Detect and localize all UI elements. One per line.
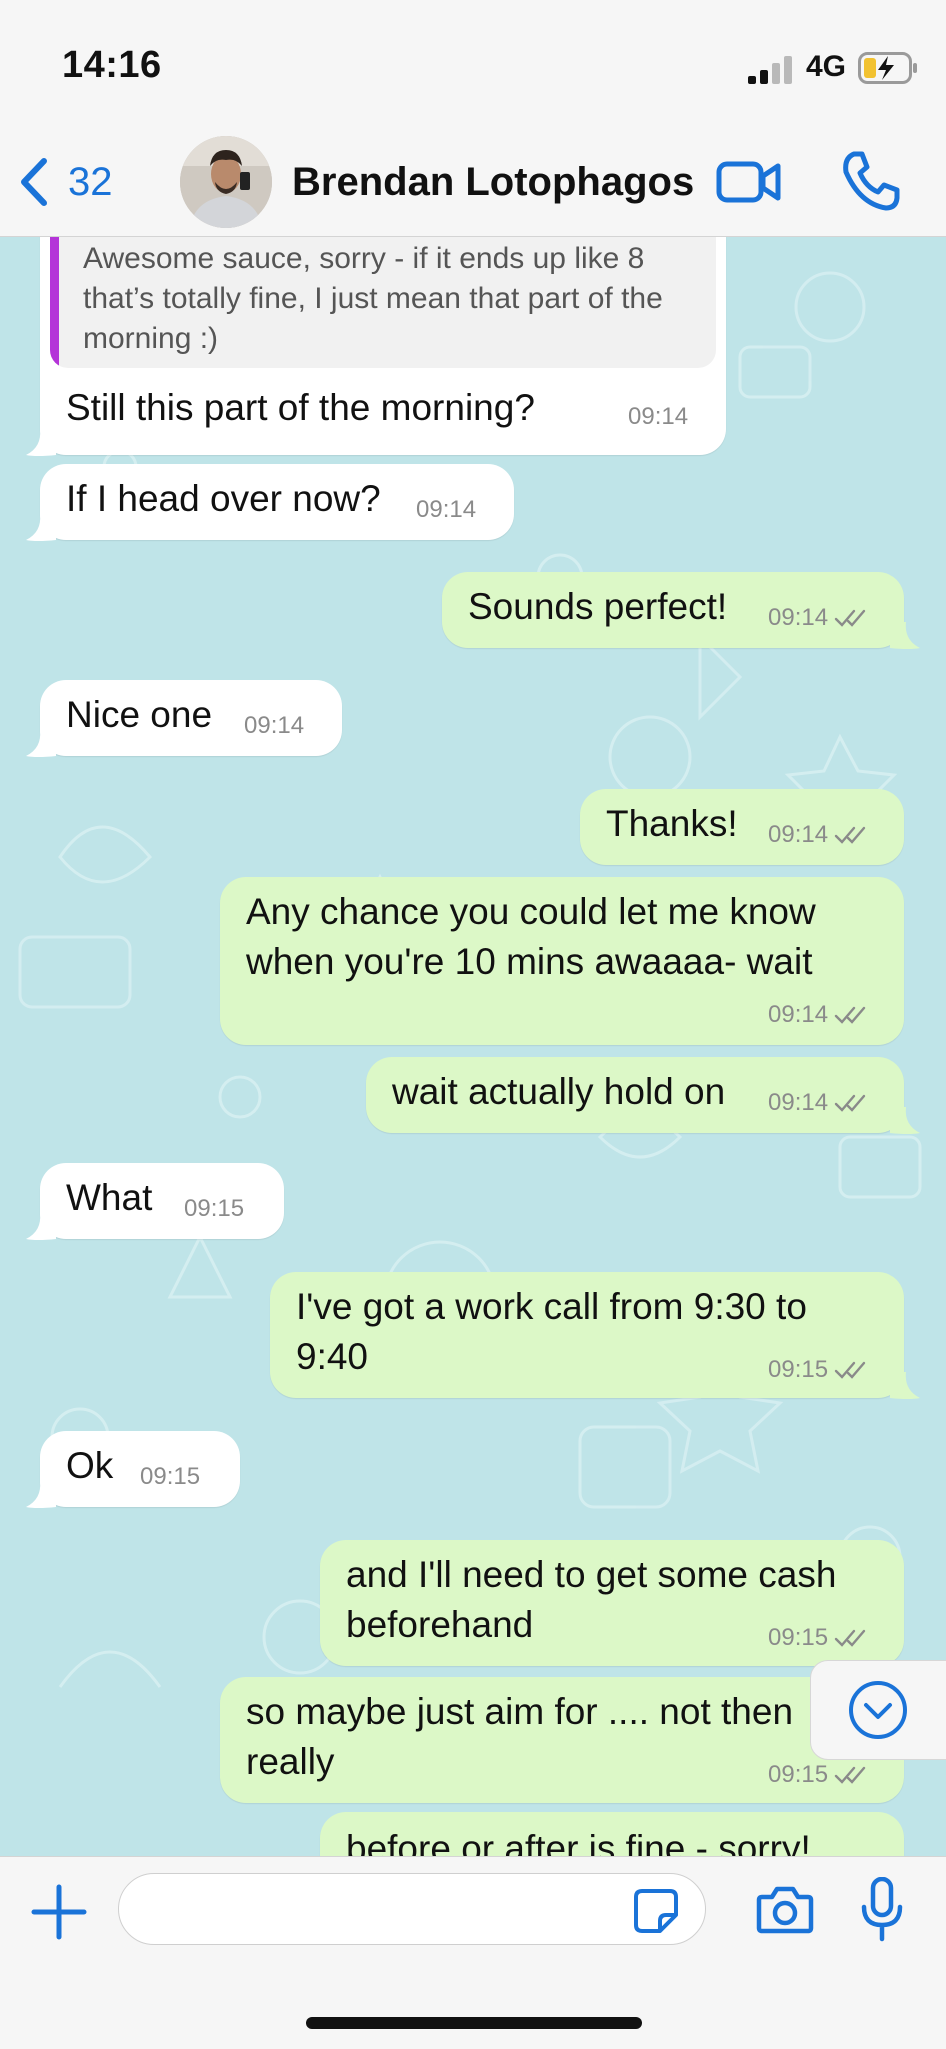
message-time: 09:15 bbox=[768, 1761, 829, 1788]
video-camera-icon[interactable] bbox=[716, 156, 782, 208]
back-button[interactable]: 32 bbox=[18, 152, 113, 212]
message-text: Any chance you could let me know bbox=[246, 891, 816, 932]
message-bubble-incoming[interactable]: Awesome sauce, sorry - if it ends up lik… bbox=[40, 237, 726, 455]
read-ticks-icon bbox=[834, 1006, 866, 1024]
message-bubble-outgoing[interactable]: wait actually hold on 09:14 bbox=[366, 1057, 904, 1133]
chevron-left-icon bbox=[21, 158, 47, 206]
message-bubble-incoming[interactable]: Nice one 09:14 bbox=[40, 680, 342, 756]
message-text: and I'll need to get some cash bbox=[346, 1554, 837, 1595]
contact-avatar[interactable] bbox=[180, 136, 272, 228]
contact-name[interactable]: Brendan Lotophagos bbox=[292, 160, 694, 205]
message-text: so maybe just aim for .... not then bbox=[246, 1691, 794, 1732]
network-type: 4G bbox=[806, 50, 847, 83]
message-time-status: 09:14 bbox=[768, 821, 868, 849]
message-time: 09:14 bbox=[768, 1089, 829, 1116]
message-text: Still this part of the morning? bbox=[66, 387, 535, 428]
message-time: 09:15 bbox=[184, 1195, 245, 1222]
camera-icon[interactable] bbox=[756, 1883, 814, 1935]
read-ticks-icon bbox=[834, 609, 866, 627]
message-time-status: 09:14 bbox=[768, 1001, 868, 1029]
status-time: 14:16 bbox=[62, 44, 162, 86]
chat-area[interactable]: Awesome sauce, sorry - if it ends up lik… bbox=[0, 237, 946, 1856]
message-time-status: 09:14 bbox=[768, 604, 868, 632]
message-time: 09:14 bbox=[628, 403, 689, 430]
message-bubble-outgoing[interactable]: so maybe just aim for .... not then real… bbox=[220, 1677, 904, 1803]
message-text: 9:40 bbox=[296, 1336, 369, 1377]
signal-strength-icon bbox=[748, 56, 792, 84]
bubble-tail bbox=[26, 429, 56, 456]
message-time: 09:15 bbox=[140, 1463, 201, 1490]
message-time: 09:14 bbox=[416, 496, 477, 523]
read-ticks-icon bbox=[834, 1094, 866, 1112]
message-bubble-outgoing[interactable]: Thanks! 09:14 bbox=[580, 789, 904, 865]
read-ticks-icon bbox=[834, 1766, 866, 1784]
message-time: 09:15 bbox=[768, 1356, 829, 1383]
read-ticks-icon bbox=[834, 826, 866, 844]
message-text: Ok bbox=[66, 1445, 114, 1486]
message-bubble-outgoing[interactable]: I've got a work call from 9:30 to 9:40 0… bbox=[270, 1272, 904, 1398]
message-bubble-outgoing[interactable]: before or after is fine - sorry! bbox=[320, 1812, 904, 1856]
phone-icon[interactable] bbox=[840, 150, 900, 212]
message-input[interactable] bbox=[118, 1873, 706, 1945]
bubble-tail bbox=[26, 1481, 56, 1508]
message-bubble-incoming[interactable]: Ok 09:15 bbox=[40, 1431, 240, 1507]
message-text: Nice one bbox=[66, 694, 213, 735]
message-text: Sounds perfect! bbox=[468, 586, 728, 627]
message-text: Thanks! bbox=[606, 803, 738, 844]
message-bubble-outgoing[interactable]: and I'll need to get some cash beforehan… bbox=[320, 1540, 904, 1666]
bubble-tail bbox=[26, 1213, 56, 1240]
avatar-photo bbox=[180, 136, 272, 228]
battery-charging-icon bbox=[858, 52, 917, 84]
bubble-tail bbox=[890, 1107, 920, 1134]
plus-icon[interactable] bbox=[30, 1883, 88, 1941]
message-bubble-outgoing[interactable]: Any chance you could let me know when yo… bbox=[220, 877, 904, 1045]
message-time: 09:15 bbox=[768, 1624, 829, 1651]
message-time: 09:14 bbox=[768, 1001, 829, 1028]
home-indicator bbox=[306, 2017, 642, 2029]
message-time-status: 09:15 bbox=[768, 1356, 868, 1384]
bubble-tail bbox=[26, 514, 56, 541]
bubble-tail bbox=[26, 730, 56, 757]
message-text: If I head over now? bbox=[66, 478, 381, 519]
message-bubble-incoming[interactable]: What 09:15 bbox=[40, 1163, 284, 1239]
message-time: 09:14 bbox=[768, 821, 829, 848]
read-ticks-icon bbox=[834, 1361, 866, 1379]
message-time: 09:14 bbox=[768, 604, 829, 631]
message-text: when you're 10 mins awaaaa- wait bbox=[246, 941, 813, 982]
message-bubble-outgoing[interactable]: Sounds perfect! 09:14 bbox=[442, 572, 904, 648]
message-time-status: 09:14 bbox=[768, 1089, 868, 1117]
bubble-tail bbox=[890, 1372, 920, 1399]
bubble-tail bbox=[890, 622, 920, 649]
quoted-text: Awesome sauce, sorry - if it ends up lik… bbox=[83, 242, 663, 355]
message-time-status: 09:15 bbox=[768, 1624, 868, 1652]
unread-count: 32 bbox=[68, 159, 113, 204]
message-text: beforehand bbox=[346, 1604, 534, 1645]
scroll-to-bottom-button[interactable] bbox=[810, 1660, 946, 1760]
message-text: I've got a work call from 9:30 to bbox=[296, 1286, 807, 1327]
message-text: What bbox=[66, 1177, 153, 1218]
status-bar: 14:16 4G bbox=[0, 0, 946, 130]
composer-bar bbox=[0, 1856, 946, 2049]
message-time-status: 09:15 bbox=[768, 1761, 868, 1789]
message-text: really bbox=[246, 1741, 335, 1782]
message-time: 09:14 bbox=[244, 712, 305, 739]
chevron-down-circle-icon bbox=[849, 1681, 907, 1739]
chat-header: 32 Brendan Lotophagos bbox=[0, 130, 946, 237]
message-bubble-incoming[interactable]: If I head over now? 09:14 bbox=[40, 464, 514, 540]
message-text: wait actually hold on bbox=[392, 1071, 726, 1112]
message-text: before or after is fine - sorry! bbox=[346, 1828, 811, 1856]
quote-accent-bar bbox=[50, 237, 59, 368]
microphone-icon[interactable] bbox=[860, 1877, 904, 1943]
read-ticks-icon bbox=[834, 1629, 866, 1647]
sticker-icon[interactable] bbox=[632, 1887, 680, 1935]
quoted-message[interactable]: Awesome sauce, sorry - if it ends up lik… bbox=[50, 237, 716, 368]
